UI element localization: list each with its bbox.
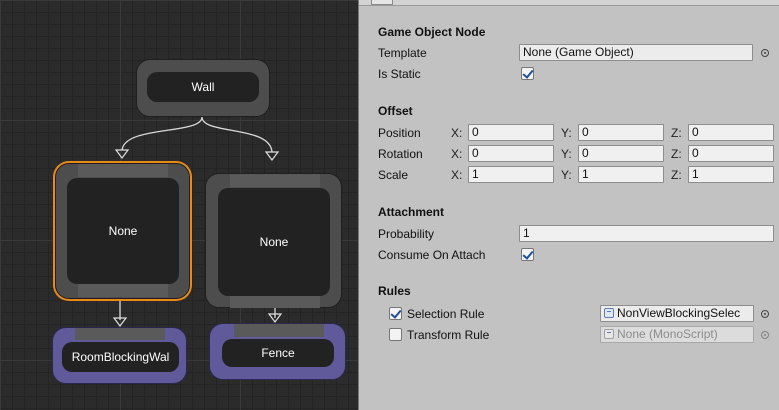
rotation-x-axis-label: X: [451, 147, 463, 161]
rotation-z-axis-label: Z: [671, 147, 682, 161]
template-label: Template [378, 46, 427, 60]
scale-x-axis-label: X: [451, 168, 463, 182]
scale-z-axis-label: Z: [671, 168, 682, 182]
position-z-field[interactable]: 0 [688, 124, 774, 141]
node-room-blocking-input-port[interactable] [75, 328, 165, 340]
node-none-left-label: None [67, 178, 179, 284]
arrow-none-right-icon [264, 151, 280, 161]
rotation-x-field[interactable]: 0 [468, 145, 554, 162]
scale-y-field[interactable]: 1 [578, 166, 664, 183]
scale-label: Scale [378, 168, 409, 182]
node-none-right-label: None [218, 188, 330, 296]
edge-wall-to-none-right [201, 116, 273, 153]
node-none-right[interactable]: None [205, 173, 342, 308]
inspector-toolbar-button[interactable] [371, 0, 393, 5]
position-x-field[interactable]: 0 [468, 124, 554, 141]
section-header-attachment: Attachment [378, 205, 445, 219]
transform-rule-value: None (MonoScript) [617, 327, 718, 341]
is-static-label: Is Static [378, 67, 421, 81]
node-wall-label: Wall [147, 72, 259, 102]
node-none-left-output-port[interactable] [78, 284, 168, 297]
scale-z-field[interactable]: 1 [688, 166, 774, 183]
transform-rule-label: Transform Rule [407, 328, 490, 342]
inspector-panel: Game Object Node Template None (Game Obj… [358, 0, 779, 410]
probability-label: Probability [378, 227, 435, 241]
position-z-axis-label: Z: [671, 126, 682, 140]
scale-y-axis-label: Y: [561, 168, 572, 182]
rotation-y-axis-label: Y: [561, 147, 572, 161]
node-fence[interactable]: Fence [209, 323, 346, 380]
position-label: Position [378, 126, 421, 140]
transform-rule-object-field[interactable]: None (MonoScript) [600, 326, 754, 343]
selection-rule-picker-icon[interactable] [761, 310, 769, 318]
position-x-axis-label: X: [451, 126, 463, 140]
graph-editor-canvas[interactable]: Wall None None RoomBlockingWal Fence [0, 0, 358, 410]
node-wall[interactable]: Wall [136, 59, 270, 117]
script-icon [604, 329, 614, 339]
node-none-left-input-port[interactable] [78, 164, 168, 177]
template-picker-icon[interactable] [761, 49, 769, 57]
position-y-field[interactable]: 0 [578, 124, 664, 141]
selection-rule-value: NonViewBlockingSelec [617, 306, 741, 320]
node-none-right-input-port[interactable] [230, 174, 320, 187]
is-static-checkbox[interactable] [521, 67, 534, 80]
edge-wall-to-none-left [121, 116, 203, 151]
section-header-game-object-node: Game Object Node [378, 25, 486, 39]
consume-on-attach-checkbox[interactable] [521, 248, 534, 261]
arrow-none-left-icon [114, 149, 130, 159]
scale-x-field[interactable]: 1 [468, 166, 554, 183]
node-fence-input-port[interactable] [234, 324, 324, 337]
probability-field[interactable]: 1 [519, 225, 774, 242]
inspector-top-strip [359, 0, 779, 6]
transform-rule-picker-icon[interactable] [761, 331, 769, 339]
script-icon [604, 308, 614, 318]
node-none-left[interactable]: None [55, 163, 190, 299]
selection-rule-object-field[interactable]: NonViewBlockingSelec [600, 305, 754, 322]
rotation-z-field[interactable]: 0 [688, 145, 774, 162]
node-room-blocking-wall[interactable]: RoomBlockingWal [52, 327, 187, 384]
template-object-field[interactable]: None (Game Object) [519, 44, 753, 61]
section-header-offset: Offset [378, 104, 413, 118]
position-y-axis-label: Y: [561, 126, 572, 140]
selection-rule-label: Selection Rule [407, 307, 485, 321]
rotation-y-field[interactable]: 0 [578, 145, 664, 162]
rotation-label: Rotation [378, 147, 423, 161]
transform-rule-checkbox[interactable] [389, 328, 402, 341]
consume-on-attach-label: Consume On Attach [378, 248, 486, 262]
node-room-blocking-label: RoomBlockingWal [62, 342, 179, 372]
selection-rule-checkbox[interactable] [389, 307, 402, 320]
node-none-right-output-port[interactable] [230, 296, 320, 308]
node-fence-label: Fence [222, 339, 334, 367]
section-header-rules: Rules [378, 284, 411, 298]
